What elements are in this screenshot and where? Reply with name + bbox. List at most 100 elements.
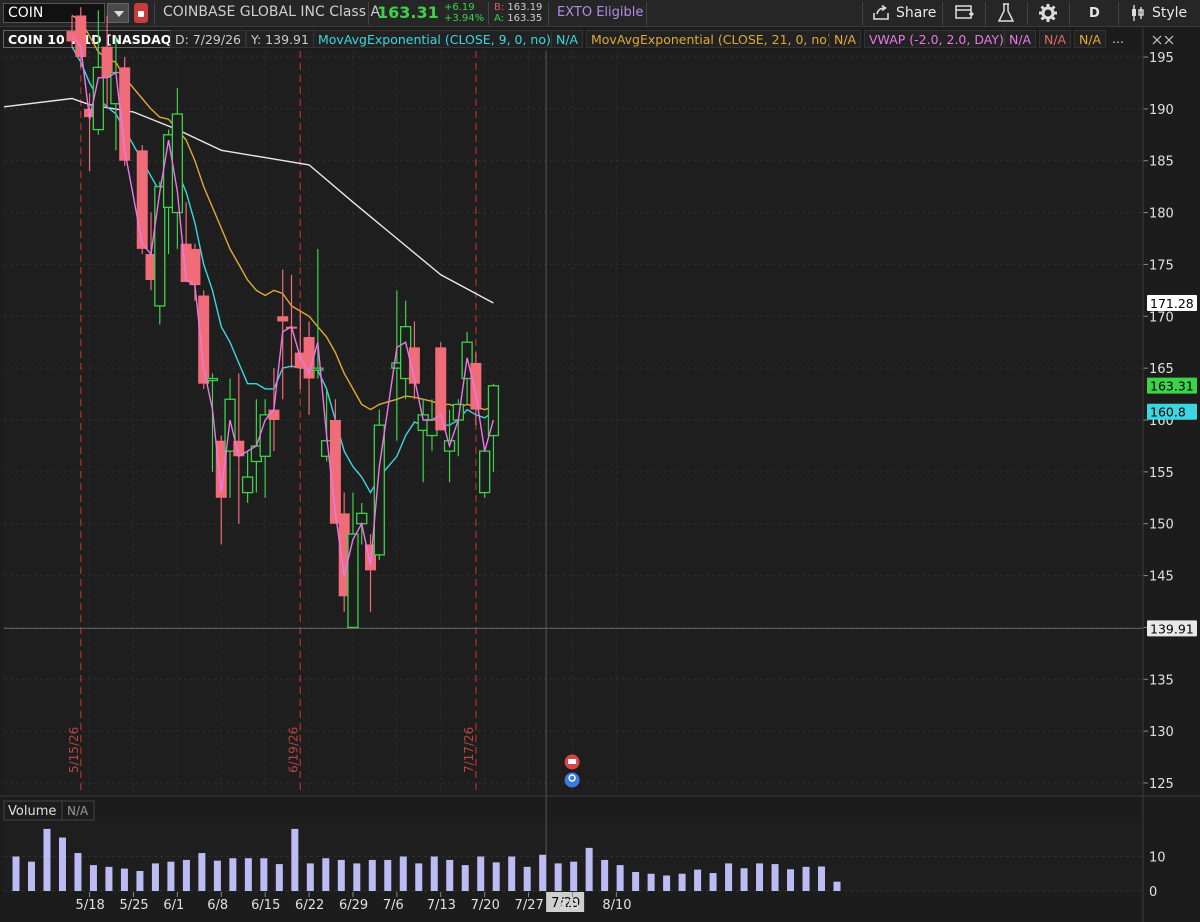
volume-bar[interactable] <box>492 862 500 891</box>
volume-bar[interactable] <box>198 853 206 891</box>
volume-bar[interactable] <box>368 859 376 891</box>
price-axis-label: 180 <box>1149 207 1174 222</box>
volume-bar[interactable] <box>213 860 221 891</box>
time-axis-label: 6/15 <box>251 898 280 913</box>
volume-value: N/A <box>67 804 89 818</box>
price-axis-label: 175 <box>1149 258 1174 273</box>
price-chart[interactable]: 1951901851801751701651601551501451401351… <box>0 0 1200 922</box>
volume-bar[interactable] <box>105 866 113 891</box>
volume-bar[interactable] <box>353 863 361 891</box>
volume-bar[interactable] <box>508 856 516 892</box>
candle-body-up[interactable] <box>312 367 324 371</box>
volume-bar[interactable] <box>136 870 144 891</box>
volume-bar[interactable] <box>523 866 531 891</box>
candle-body-up[interactable] <box>347 533 359 629</box>
volume-header-background <box>0 797 1143 822</box>
volume-bar[interactable] <box>802 866 810 891</box>
price-axis-label: 170 <box>1149 310 1174 325</box>
volume-bar[interactable] <box>740 868 748 891</box>
price-axis-label: 125 <box>1149 777 1174 792</box>
volume-bar[interactable] <box>694 869 702 891</box>
volume-bar[interactable] <box>151 863 159 891</box>
price-axis-label: 130 <box>1149 725 1174 740</box>
volume-bar[interactable] <box>539 854 547 891</box>
volume-bar[interactable] <box>632 872 640 891</box>
volume-bar[interactable] <box>322 858 330 891</box>
volume-bar[interactable] <box>74 853 82 891</box>
volume-bar[interactable] <box>12 856 20 892</box>
volume-bar[interactable] <box>601 859 609 891</box>
price-axis-label: 190 <box>1149 103 1174 118</box>
volume-axis-label: 0 <box>1149 885 1157 900</box>
volume-bar[interactable] <box>616 865 624 891</box>
volume-bar[interactable] <box>229 858 237 891</box>
price-axis-label: 165 <box>1149 362 1174 377</box>
time-axis-label: 8/3 <box>558 898 579 913</box>
volume-bar[interactable] <box>461 865 469 891</box>
price-axis-label: 145 <box>1149 570 1174 585</box>
candle-body-up[interactable] <box>356 512 368 525</box>
candle-body-down[interactable] <box>470 362 482 410</box>
candle-body-down[interactable] <box>189 248 201 286</box>
time-axis-label: 6/8 <box>207 898 228 913</box>
time-axis-label: 6/1 <box>163 898 184 913</box>
price-tag-label: 160.8 <box>1150 405 1186 420</box>
candle-body-up[interactable] <box>241 476 254 494</box>
time-axis-label: 8/10 <box>602 898 631 913</box>
volume-bar[interactable] <box>430 856 438 892</box>
volume-bar[interactable] <box>43 828 51 891</box>
volume-bar[interactable] <box>182 859 190 891</box>
time-axis-label: 7/6 <box>383 898 404 913</box>
price-tag-label: 139.91 <box>1150 621 1194 636</box>
volume-bar[interactable] <box>291 828 299 891</box>
volume-bar[interactable] <box>27 861 35 891</box>
volume-bar[interactable] <box>554 863 562 891</box>
event-line-label: 5/15/26 <box>67 727 81 773</box>
candle-body-down[interactable] <box>136 150 148 249</box>
volume-title: Volume <box>8 804 56 819</box>
volume-bar[interactable] <box>384 859 392 891</box>
volume-bar[interactable] <box>89 865 97 891</box>
price-axis-label: 185 <box>1149 155 1174 170</box>
volume-bar[interactable] <box>833 881 841 891</box>
earnings-marker-glyph <box>568 759 577 764</box>
volume-bar[interactable] <box>570 861 578 891</box>
price-axis-label: 135 <box>1149 673 1174 688</box>
volume-bar[interactable] <box>709 873 717 891</box>
time-axis-label: 6/29 <box>339 898 368 913</box>
candle-body-up[interactable] <box>487 385 500 437</box>
volume-bar[interactable] <box>787 869 795 891</box>
candle-body-up[interactable] <box>479 450 491 494</box>
candle-body-up[interactable] <box>206 377 219 382</box>
candle-body-down[interactable] <box>277 316 289 322</box>
volume-bar[interactable] <box>663 875 671 891</box>
volume-bar[interactable] <box>678 873 686 891</box>
volume-bar[interactable] <box>415 863 423 891</box>
price-axis-label: 195 <box>1149 51 1174 66</box>
candle-body-down[interactable] <box>435 347 447 431</box>
price-tag-label: 163.31 <box>1150 379 1194 394</box>
volume-bar[interactable] <box>446 859 454 891</box>
volume-bar[interactable] <box>58 837 66 891</box>
volume-bar[interactable] <box>647 873 655 891</box>
crosshair-toggle-icon[interactable] <box>1152 35 1174 45</box>
price-axis-label: 150 <box>1149 518 1174 533</box>
volume-bar[interactable] <box>244 858 252 891</box>
volume-bar[interactable] <box>306 863 314 891</box>
volume-bar[interactable] <box>167 861 175 891</box>
volume-bar[interactable] <box>585 847 593 891</box>
volume-bar[interactable] <box>818 866 826 891</box>
volume-bar[interactable] <box>771 864 779 891</box>
volume-bar[interactable] <box>756 863 764 891</box>
time-axis-label: 7/27 <box>515 898 544 913</box>
volume-bar[interactable] <box>477 856 485 892</box>
event-line-label: 7/17/26 <box>462 727 476 773</box>
volume-bar[interactable] <box>399 856 407 892</box>
time-axis-label: 5/25 <box>119 898 148 913</box>
volume-bar[interactable] <box>275 864 283 891</box>
time-axis-label: 7/20 <box>471 898 500 913</box>
volume-bar[interactable] <box>260 858 268 891</box>
volume-bar[interactable] <box>725 863 733 891</box>
volume-bar[interactable] <box>337 859 345 891</box>
volume-bar[interactable] <box>120 868 128 891</box>
